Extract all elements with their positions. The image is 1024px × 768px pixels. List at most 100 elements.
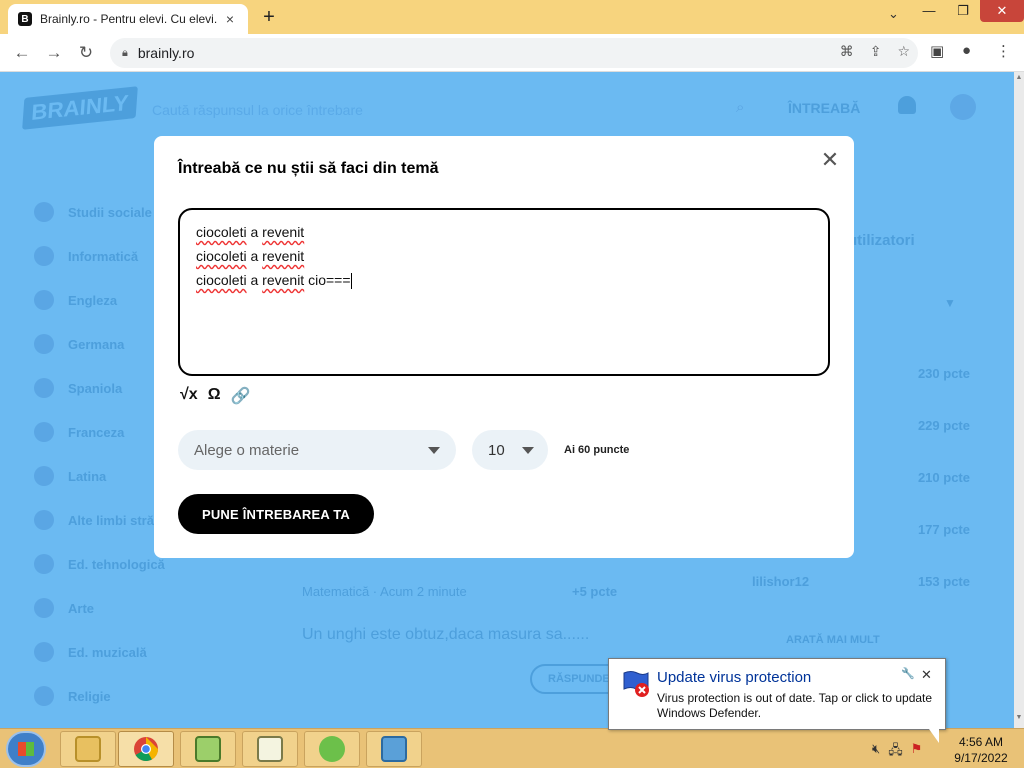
sidebar-subject-item: Ed. tehnologică (34, 554, 165, 574)
question-textarea[interactable]: ciocoleti a revenit ciocoleti a revenit … (178, 208, 830, 376)
browser-tab[interactable]: B Brainly.ro - Pentru elevi. Cu elevi. × (8, 4, 248, 34)
minimize-button[interactable]: — (912, 0, 946, 22)
sidebar-subject-label: Germana (68, 336, 125, 352)
scroll-down-icon[interactable]: ▼ (1014, 714, 1024, 721)
url-text: brainly.ro (137, 45, 195, 61)
browser-titlebar: B Brainly.ro - Pentru elevi. Cu elevi. ×… (0, 0, 1024, 34)
taskbar-app[interactable] (180, 731, 236, 767)
taskbar-app[interactable] (304, 731, 360, 767)
system-tray: 🔇︎ 🖧︎ ⚑ (872, 741, 922, 763)
question-line: ciocoleti a revenit (196, 220, 812, 244)
page-scrollbar[interactable]: ▲ ▼ (1014, 72, 1024, 728)
notification-options-icon[interactable]: 🔧 (901, 667, 915, 680)
available-points: Ai 60 puncte (564, 444, 630, 456)
app-icon (195, 736, 221, 762)
bookmark-star-icon[interactable]: ☆ (897, 43, 910, 60)
question-meta: Matematică · Acum 2 minute (302, 584, 467, 599)
line-text: cio=== (304, 272, 351, 288)
question-preview: Un unghi este obtuz,daca masura sa...... (302, 626, 590, 643)
notification-close-icon[interactable]: ✕ (921, 667, 932, 683)
ranking-points: 229 pcte (917, 418, 970, 433)
sidebar-subject-item: Ed. muzicală (34, 642, 147, 662)
frog-icon (319, 736, 345, 762)
taskbar-explorer[interactable] (60, 731, 116, 767)
answer-button-label: RĂSPUNDE (548, 673, 610, 685)
subject-select-placeholder: Alege o materie (194, 441, 300, 459)
ask-question-modal: Întreabă ce nu știi să faci din temă ✕ c… (154, 136, 854, 558)
sidebar-subject-label: Arte (68, 600, 95, 616)
new-tab-button[interactable]: + (258, 6, 280, 28)
action-center-alert-icon[interactable]: ⚑ (911, 741, 923, 763)
control-panel-icon (381, 736, 407, 762)
chevron-down-icon (522, 447, 534, 454)
question-line: ciocoleti a revenit cio=== (196, 268, 812, 292)
special-symbols-icon[interactable]: Ω (208, 386, 221, 406)
sidebar-subject-label: Engleza (68, 292, 118, 308)
sidebar-subject-label: Ed. tehnologică (68, 556, 165, 572)
sidebar-subject-label: Religie (68, 688, 111, 704)
search-placeholder: Caută răspunsul la orice întrebare (152, 102, 363, 118)
clock-date: 9/17/2022 (954, 751, 1008, 765)
subject-select[interactable]: Alege o materie (178, 430, 456, 470)
search-icon: ⌕ (736, 99, 745, 116)
taskbar-app[interactable] (242, 731, 298, 767)
clock-time: 4:56 AM (958, 735, 1004, 749)
profile-icon[interactable]: ● (962, 42, 971, 59)
misspelled-word: ciocoleti (196, 224, 247, 240)
submit-label: PUNE ÎNTREBAREA TA (201, 506, 351, 522)
sidebar-subject-label: Latina (68, 468, 107, 484)
address-bar[interactable]: 🔒︎ brainly.ro ⌘ ⇪ ☆ (110, 38, 918, 68)
restore-button[interactable]: ❐ (946, 0, 980, 22)
taskbar-app[interactable] (366, 731, 422, 767)
math-formula-icon[interactable]: √x (180, 386, 198, 406)
ranking-points: 153 pcte (917, 574, 970, 589)
share-icon[interactable]: ⇪ (870, 43, 882, 60)
points-value: 10 (488, 441, 505, 459)
computer-icon (34, 246, 54, 266)
defender-notification[interactable]: Update virus protection Virus protection… (608, 658, 946, 743)
tab-title: Brainly.ro - Pentru elevi. Cu elevi. (40, 12, 218, 26)
system-clock[interactable]: 4:56 AM 9/17/2022 (950, 734, 1012, 766)
misspelled-word: revenit (262, 272, 305, 288)
german-icon (34, 334, 54, 354)
english-icon (34, 290, 54, 310)
network-icon[interactable]: 🖧︎ (888, 741, 903, 763)
ranking-points: 177 pcte (917, 522, 970, 537)
sidebar-subject-label: Ed. muzicală (68, 644, 147, 660)
points-select[interactable]: 10 (472, 430, 548, 470)
tab-search-dropdown-icon[interactable]: ⌄ (888, 6, 899, 22)
window-close-button[interactable]: ✕ (980, 0, 1024, 22)
scroll-up-icon[interactable]: ▲ (1014, 74, 1024, 81)
sidebar-subject-item: Arte (34, 598, 94, 618)
window-controls: — ❐ ✕ (912, 0, 1024, 26)
reload-button[interactable]: ↻ (74, 41, 98, 65)
line-text: a (246, 224, 263, 240)
attachment-icon[interactable]: 🔗 (231, 386, 251, 406)
start-button[interactable] (6, 731, 46, 767)
browser-menu-icon[interactable]: ⋮ (996, 42, 1011, 60)
tab-close-icon[interactable]: × (222, 11, 238, 27)
taskbar-chrome[interactable] (118, 731, 174, 767)
modal-close-icon[interactable]: ✕ (818, 148, 842, 172)
brainly-favicon-icon: B (18, 12, 32, 26)
submit-question-button[interactable]: PUNE ÎNTREBAREA TA (178, 494, 374, 534)
sidebar-subject-item: Franceza (34, 422, 124, 442)
windows-taskbar: 🔇︎ 🖧︎ ⚑ 4:56 AM 9/17/2022 (0, 728, 1024, 768)
forward-button[interactable]: → (42, 41, 66, 65)
volume-muted-icon[interactable]: 🔇︎ (872, 741, 880, 763)
side-panel-icon[interactable]: ▣ (930, 42, 944, 60)
line-text: a (246, 272, 263, 288)
back-button[interactable]: ← (10, 41, 34, 65)
show-more-link: ARATĂ MAI MULT (786, 634, 880, 646)
ranking-points: 230 pcte (917, 366, 970, 381)
ranking-user-name: lilishor12 (752, 574, 810, 589)
translate-icon[interactable]: ⌘ (840, 43, 854, 60)
sidebar-subject-item: Religie (34, 686, 111, 706)
sidebar-subject-item: Spaniola (34, 378, 122, 398)
music-icon (34, 642, 54, 662)
sidebar-subject-label: Spaniola (68, 380, 123, 396)
lock-icon[interactable]: 🔒︎ (122, 47, 128, 60)
question-points: +5 pcte (572, 584, 618, 599)
sidebar-subject-label: Informatică (68, 248, 139, 264)
notification-body: Virus protection is out of date. Tap or … (657, 691, 933, 720)
